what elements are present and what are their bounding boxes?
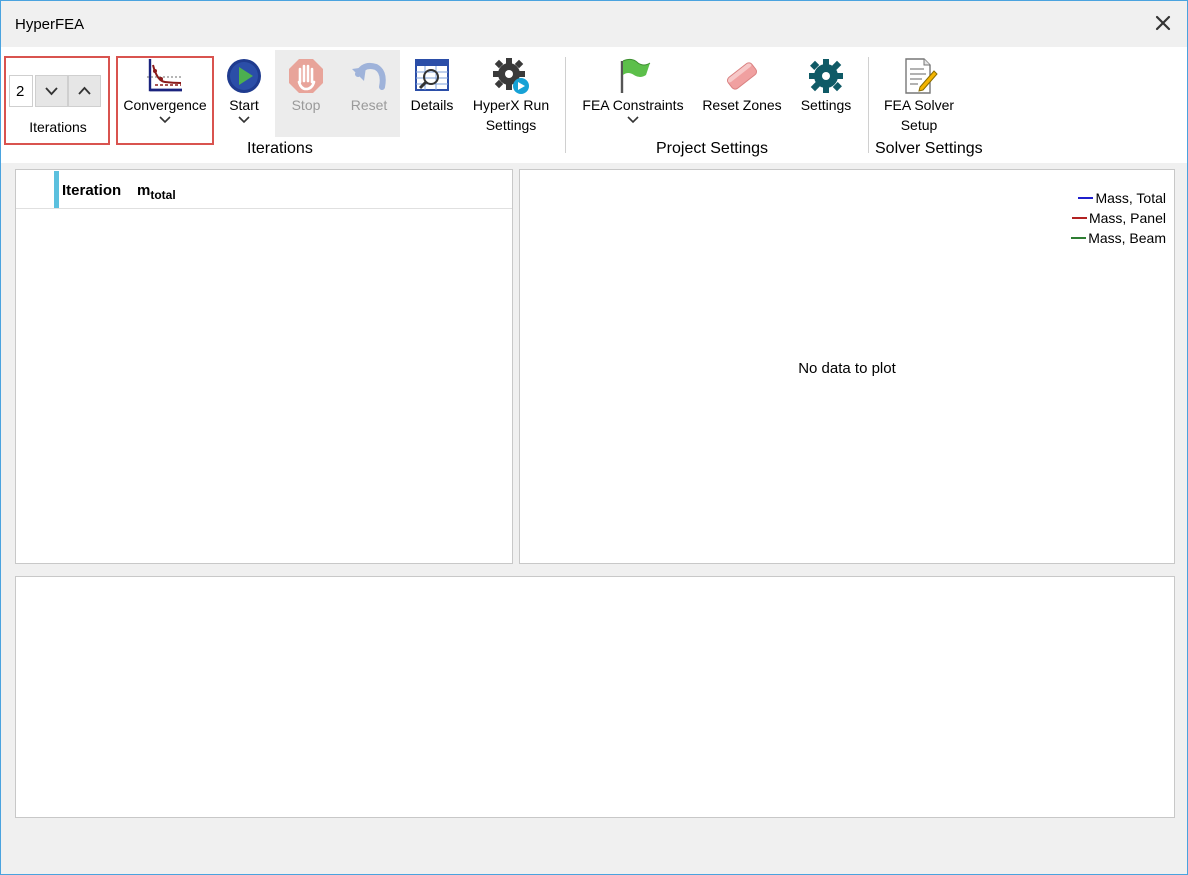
decrement-button[interactable]	[35, 75, 68, 107]
hyperx-run-settings-line2: Settings	[485, 117, 537, 133]
iteration-table: Iteration mtotal	[15, 169, 513, 564]
group-separator	[565, 57, 566, 153]
start-button[interactable]: Start	[221, 57, 267, 125]
legend-label-mass-panel: Mass, Panel	[1088, 210, 1166, 226]
column-header-iteration[interactable]: Iteration	[62, 182, 121, 199]
legend-swatch-mass-total	[1078, 197, 1094, 199]
group-separator	[868, 57, 869, 153]
iterations-value[interactable]: 2	[9, 75, 33, 107]
column-header-mtotal-symbol: m	[137, 182, 151, 199]
reset-button[interactable]: Reset	[346, 57, 392, 115]
close-icon[interactable]	[1153, 13, 1173, 33]
green-flag-icon	[620, 58, 651, 93]
details-label: Details	[410, 97, 454, 113]
group-label-solver-settings: Solver Settings	[875, 140, 983, 157]
fea-solver-setup-line1: FEA Solver	[883, 97, 955, 113]
chevron-down-icon	[238, 116, 250, 124]
output-panel	[15, 576, 1175, 818]
reset-label: Reset	[350, 97, 388, 113]
convergence-chart: Mass, Total Mass, Panel Mass, Beam No da…	[519, 169, 1175, 564]
hyperx-run-settings-line1: HyperX Run	[472, 97, 550, 113]
no-data-message: No data to plot	[798, 360, 896, 377]
title-bar: HyperFEA	[1, 1, 1187, 47]
table-header-accent	[54, 171, 59, 208]
increment-button[interactable]	[68, 75, 101, 107]
reset-zones-button[interactable]: Reset Zones	[697, 57, 787, 115]
details-button[interactable]: Details	[405, 57, 459, 115]
fea-constraints-button[interactable]: FEA Constraints	[578, 57, 688, 125]
legend-item-mass-total: Mass, Total	[1078, 190, 1166, 206]
hyperfea-window: HyperFEA 2 Iterations Convergence Start …	[0, 0, 1188, 875]
fea-solver-setup-button[interactable]: FEA Solver Setup	[879, 57, 959, 135]
legend-swatch-mass-beam	[1071, 237, 1087, 239]
column-header-mtotal-subscript: total	[150, 188, 176, 202]
convergence-chart-icon	[147, 59, 183, 92]
table-magnifier-icon	[415, 59, 449, 91]
legend-item-mass-beam: Mass, Beam	[1071, 230, 1166, 246]
convergence-label: Convergence	[123, 97, 207, 113]
iterations-spinner[interactable]: 2	[9, 75, 101, 109]
iterations-spinner-label-wrap: Iterations	[9, 117, 107, 137]
stop-label: Stop	[291, 97, 321, 113]
chevron-down-icon	[45, 87, 58, 96]
legend-item-mass-panel: Mass, Panel	[1071, 210, 1166, 226]
group-label-project-settings: Project Settings	[656, 140, 769, 157]
reset-zones-label: Reset Zones	[702, 97, 782, 113]
convergence-button[interactable]: Convergence	[116, 57, 214, 125]
column-header-mtotal[interactable]: mtotal	[137, 182, 176, 202]
legend-label-mass-total: Mass, Total	[1095, 190, 1166, 206]
play-icon	[227, 59, 261, 93]
undo-arrow-icon	[352, 62, 386, 90]
chevron-down-icon	[627, 116, 639, 124]
settings-label: Settings	[800, 97, 852, 113]
eraser-icon	[726, 62, 758, 90]
settings-button[interactable]: Settings	[795, 57, 857, 115]
hyperx-run-settings-button[interactable]: HyperX Run Settings	[467, 57, 555, 135]
stop-hand-icon	[289, 59, 323, 93]
stop-button[interactable]: Stop	[283, 57, 329, 115]
start-label: Start	[229, 97, 259, 113]
chevron-down-icon	[159, 116, 171, 124]
legend-swatch-mass-panel	[1071, 217, 1087, 219]
fea-solver-setup-line2: Setup	[900, 117, 938, 133]
document-pencil-icon	[905, 58, 938, 94]
group-label-iterations: Iterations	[247, 140, 313, 157]
ribbon-toolbar: 2 Iterations Convergence Start Stop Rese…	[1, 47, 1187, 163]
legend-label-mass-beam: Mass, Beam	[1088, 230, 1166, 246]
window-title: HyperFEA	[15, 16, 85, 33]
gear-play-icon	[493, 58, 529, 94]
chevron-up-icon	[78, 86, 91, 95]
fea-constraints-label: FEA Constraints	[582, 97, 684, 113]
table-header-divider	[16, 208, 512, 209]
iterations-spinner-label: Iterations	[29, 119, 87, 135]
gear-icon	[809, 59, 843, 93]
